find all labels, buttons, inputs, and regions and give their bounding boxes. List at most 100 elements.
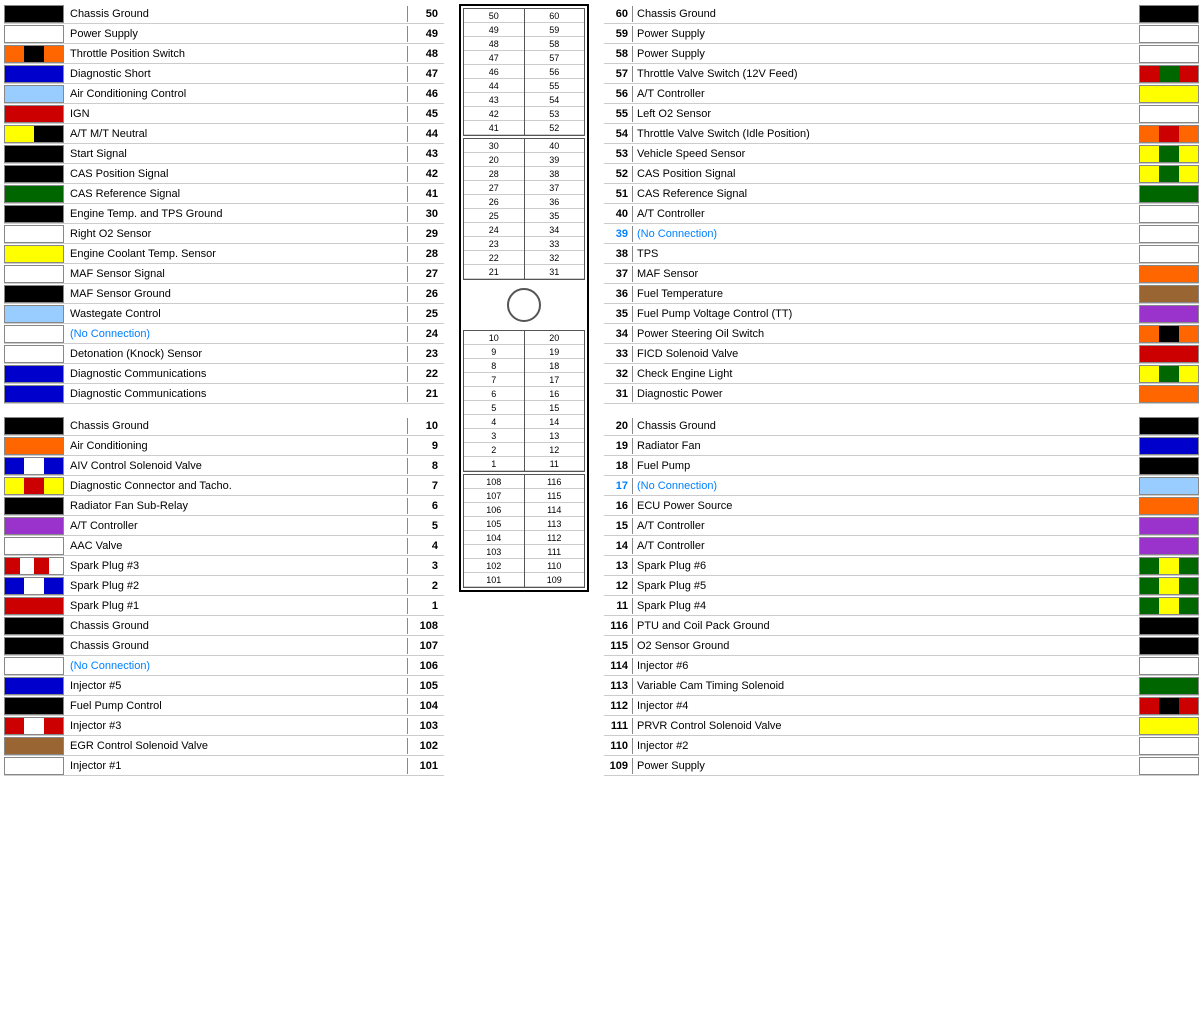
- pin-number: 6: [408, 500, 444, 512]
- right-row: 59Power Supply: [604, 24, 1199, 44]
- right-pin-number: 18: [604, 460, 632, 472]
- pin-label: Engine Temp. and TPS Ground: [66, 208, 407, 220]
- right-pin-number: 37: [604, 268, 632, 280]
- right-row: 53Vehicle Speed Sensor: [604, 144, 1199, 164]
- right-row: 14A/T Controller: [604, 536, 1199, 556]
- right-pin-number: 115: [604, 640, 632, 652]
- pin-label: Diagnostic Communications: [66, 368, 407, 380]
- left-row: Fuel Pump Control104: [4, 696, 444, 716]
- pin-label: Spark Plug #2: [66, 580, 407, 592]
- pin-number: 47: [408, 68, 444, 80]
- pin-number: 10: [408, 420, 444, 432]
- right-pin-label: Power Supply: [633, 28, 1137, 40]
- left-row: Diagnostic Communications22: [4, 364, 444, 384]
- right-pin-number: 32: [604, 368, 632, 380]
- right-pin-number: 34: [604, 328, 632, 340]
- left-row: Injector #5105: [4, 676, 444, 696]
- right-row: 116PTU and Coil Pack Ground: [604, 616, 1199, 636]
- right-row: 19Radiator Fan: [604, 436, 1199, 456]
- right-pin-number: 112: [604, 700, 632, 712]
- right-row: 57Throttle Valve Switch (12V Feed): [604, 64, 1199, 84]
- right-pin-label: Throttle Valve Switch (12V Feed): [633, 68, 1137, 80]
- pin-label: Injector #1: [66, 760, 407, 772]
- pin-label: (No Connection): [66, 328, 407, 340]
- right-row: 37MAF Sensor: [604, 264, 1199, 284]
- pin-number: 5: [408, 520, 444, 532]
- left-row: Diagnostic Short47: [4, 64, 444, 84]
- right-row: 110Injector #2: [604, 736, 1199, 756]
- right-row: 60Chassis Ground: [604, 4, 1199, 24]
- pin-number: 50: [408, 8, 444, 20]
- right-row: 35Fuel Pump Voltage Control (TT): [604, 304, 1199, 324]
- right-row: 11Spark Plug #4: [604, 596, 1199, 616]
- right-pin-number: 12: [604, 580, 632, 592]
- pin-label: AIV Control Solenoid Valve: [66, 460, 407, 472]
- pin-label: Detonation (Knock) Sensor: [66, 348, 407, 360]
- pin-number: 44: [408, 128, 444, 140]
- right-pin-number: 19: [604, 440, 632, 452]
- right-pin-label: A/T Controller: [633, 520, 1137, 532]
- right-pin-label: O2 Sensor Ground: [633, 640, 1137, 652]
- right-pin-label: Spark Plug #4: [633, 600, 1137, 612]
- pin-number: 9: [408, 440, 444, 452]
- right-pin-label: Power Steering Oil Switch: [633, 328, 1137, 340]
- pin-number: 105: [408, 680, 444, 692]
- right-pin-label: Fuel Pump Voltage Control (TT): [633, 308, 1137, 320]
- pin-number: 2: [408, 580, 444, 592]
- pin-label: MAF Sensor Ground: [66, 288, 407, 300]
- right-pin-number: 111: [604, 720, 632, 732]
- left-row: Detonation (Knock) Sensor23: [4, 344, 444, 364]
- right-row: 15A/T Controller: [604, 516, 1199, 536]
- pin-label: (No Connection): [66, 660, 407, 672]
- pin-label: IGN: [66, 108, 407, 120]
- pin-label: Chassis Ground: [66, 640, 407, 652]
- right-row: 55Left O2 Sensor: [604, 104, 1199, 124]
- right-pin-label: Spark Plug #6: [633, 560, 1137, 572]
- left-row: Injector #1101: [4, 756, 444, 776]
- right-pin-label: Power Supply: [633, 760, 1137, 772]
- right-pin-label: Check Engine Light: [633, 368, 1137, 380]
- right-pin-number: 20: [604, 420, 632, 432]
- pin-label: Radiator Fan Sub-Relay: [66, 500, 407, 512]
- pin-label: Injector #5: [66, 680, 407, 692]
- right-pin-number: 110: [604, 740, 632, 752]
- pin-label: Chassis Ground: [66, 620, 407, 632]
- right-row: 112Injector #4: [604, 696, 1199, 716]
- right-row: 13Spark Plug #6: [604, 556, 1199, 576]
- pin-number: 29: [408, 228, 444, 240]
- pin-number: 22: [408, 368, 444, 380]
- pin-label: Chassis Ground: [66, 420, 407, 432]
- left-row: MAF Sensor Signal27: [4, 264, 444, 284]
- right-pin-label: (No Connection): [633, 480, 1137, 492]
- pin-label: Throttle Position Switch: [66, 48, 407, 60]
- right-pin-label: A/T Controller: [633, 208, 1137, 220]
- left-panel: Chassis Ground50Power Supply49Throttle P…: [4, 4, 444, 776]
- right-pin-number: 33: [604, 348, 632, 360]
- right-pin-number: 109: [604, 760, 632, 772]
- right-pin-label: A/T Controller: [633, 540, 1137, 552]
- pin-label: Air Conditioning: [66, 440, 407, 452]
- right-pin-label: Spark Plug #5: [633, 580, 1137, 592]
- left-row: CAS Position Signal42: [4, 164, 444, 184]
- pin-label: Injector #3: [66, 720, 407, 732]
- right-pin-label: FICD Solenoid Valve: [633, 348, 1137, 360]
- right-pin-label: Vehicle Speed Sensor: [633, 148, 1137, 160]
- right-pin-number: 58: [604, 48, 632, 60]
- right-pin-number: 54: [604, 128, 632, 140]
- right-pin-label: Power Supply: [633, 48, 1137, 60]
- left-row: Throttle Position Switch48: [4, 44, 444, 64]
- right-pin-label: Chassis Ground: [633, 420, 1137, 432]
- pin-label: Air Conditioning Control: [66, 88, 407, 100]
- pin-label: CAS Position Signal: [66, 168, 407, 180]
- pin-number: 1: [408, 600, 444, 612]
- left-row: Injector #3103: [4, 716, 444, 736]
- pin-label: Spark Plug #1: [66, 600, 407, 612]
- right-pin-label: Throttle Valve Switch (Idle Position): [633, 128, 1137, 140]
- pin-number: 106: [408, 660, 444, 672]
- right-row: 51CAS Reference Signal: [604, 184, 1199, 204]
- right-pin-number: 16: [604, 500, 632, 512]
- left-row: A/T M/T Neutral44: [4, 124, 444, 144]
- pin-number: 7: [408, 480, 444, 492]
- right-pin-label: Variable Cam Timing Solenoid: [633, 680, 1137, 692]
- pin-number: 21: [408, 388, 444, 400]
